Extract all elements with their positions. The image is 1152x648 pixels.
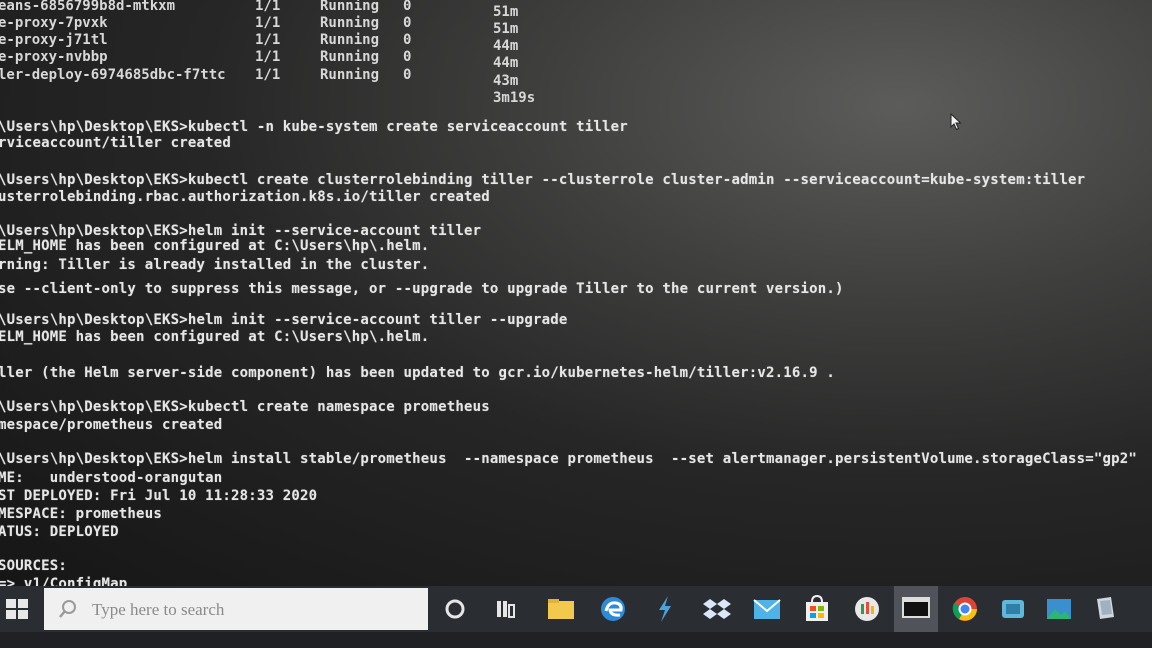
terminal-line: MESPACE: prometheus bbox=[0, 506, 162, 522]
chrome-icon[interactable] bbox=[948, 592, 982, 626]
photos-icon[interactable] bbox=[1042, 592, 1076, 626]
terminal-line: ELM_HOME has been configured at C:\Users… bbox=[0, 238, 430, 254]
pod-restarts-cell: 0 bbox=[403, 49, 412, 65]
terminal-line: SOURCES: bbox=[0, 558, 68, 574]
taskbar bbox=[0, 586, 1152, 648]
pod-ready-cell: 1/1 bbox=[255, 32, 281, 48]
pod-name-cell: ler-deploy-6974685dbc-f7ttc bbox=[0, 67, 226, 83]
pod-status-cell: Running bbox=[320, 67, 380, 83]
store-icon[interactable] bbox=[800, 592, 834, 626]
terminal-line: ST DEPLOYED: Fri Jul 10 11:28:33 2020 bbox=[0, 488, 318, 504]
terminal-line: usterrolebinding.rbac.authorization.k8s.… bbox=[0, 189, 490, 205]
terminal-line: mespace/prometheus created bbox=[0, 417, 223, 433]
terminal-line: ME: understood-orangutan bbox=[0, 470, 223, 486]
visual-studio-icon[interactable] bbox=[648, 592, 682, 626]
teams-icon[interactable] bbox=[996, 592, 1030, 626]
search-input[interactable] bbox=[90, 594, 414, 626]
terminal-line: se --client-only to suppress this messag… bbox=[0, 281, 844, 297]
edge-icon[interactable] bbox=[596, 592, 630, 626]
pod-age-cell: 3m19s bbox=[493, 90, 536, 106]
pod-age-cell: 51m bbox=[493, 21, 519, 37]
terminal-line: => v1/ConfigMap bbox=[0, 576, 128, 586]
pod-age-cell: 44m bbox=[493, 55, 519, 71]
pod-ready-cell: 1/1 bbox=[255, 15, 281, 31]
terminal-line: \Users\hp\Desktop\EKS>kubectl create nam… bbox=[0, 399, 490, 415]
pod-status-cell: Running bbox=[320, 49, 380, 65]
pod-name-cell: e-proxy-7pvxk bbox=[0, 15, 108, 31]
pod-restarts-cell: 0 bbox=[403, 0, 412, 14]
terminal-line: ELM_HOME has been configured at C:\Users… bbox=[0, 329, 430, 345]
pod-age-cell: 43m bbox=[493, 73, 519, 89]
pod-ready-cell: 1/1 bbox=[255, 49, 281, 65]
terminal-line: ATUS: DEPLOYED bbox=[0, 524, 119, 540]
files-icon[interactable] bbox=[1088, 592, 1122, 626]
pod-age-cell: 51m bbox=[493, 4, 519, 20]
file-explorer-icon[interactable] bbox=[544, 592, 578, 626]
cortana-icon[interactable] bbox=[438, 592, 472, 626]
pod-restarts-cell: 0 bbox=[403, 32, 412, 48]
task-view-icon[interactable] bbox=[488, 592, 522, 626]
pod-name-cell: e-proxy-j71tl bbox=[0, 32, 108, 48]
terminal-line: \Users\hp\Desktop\EKS>helm install stabl… bbox=[0, 451, 1137, 467]
terminal-line: rning: Tiller is already installed in th… bbox=[0, 257, 430, 273]
terminal-line: \Users\hp\Desktop\EKS>kubectl create clu… bbox=[0, 172, 1086, 188]
pod-restarts-cell: 0 bbox=[403, 67, 412, 83]
dropbox-icon[interactable] bbox=[700, 592, 734, 626]
pod-age-cell: 44m bbox=[493, 38, 519, 54]
terminal-line: \Users\hp\Desktop\EKS>kubectl -n kube-sy… bbox=[0, 119, 628, 135]
terminal-window[interactable]: eans-6856799b8d-mtkxm 1/1 Running 0 51m e-pro… bbox=[0, 0, 1152, 586]
pod-status-cell: Running bbox=[320, 15, 380, 31]
windows-start-icon[interactable] bbox=[4, 596, 30, 622]
terminal-line: rviceaccount/tiller created bbox=[0, 135, 231, 151]
app-icon[interactable] bbox=[850, 592, 884, 626]
terminal-line: \Users\hp\Desktop\EKS>helm init --servic… bbox=[0, 312, 568, 328]
mail-icon[interactable] bbox=[750, 592, 784, 626]
pod-ready-cell: 1/1 bbox=[255, 0, 281, 14]
pod-restarts-cell: 0 bbox=[403, 15, 412, 31]
terminal-line: ller (the Helm server-side component) ha… bbox=[0, 365, 835, 381]
terminal-line: \Users\hp\Desktop\EKS>helm init --servic… bbox=[0, 223, 482, 239]
pod-status-cell: Running bbox=[320, 32, 380, 48]
search-icon bbox=[59, 600, 76, 618]
pod-ready-cell: 1/1 bbox=[255, 67, 281, 83]
terminal-taskbar-button[interactable] bbox=[894, 586, 938, 632]
mouse-cursor-icon bbox=[950, 113, 962, 131]
taskbar-search-box[interactable] bbox=[44, 588, 428, 630]
pod-name-cell: eans-6856799b8d-mtkxm bbox=[0, 0, 176, 14]
terminal-icon bbox=[902, 597, 930, 618]
pod-name-cell: e-proxy-nvbbp bbox=[0, 49, 108, 65]
pod-status-cell: Running bbox=[320, 0, 380, 14]
